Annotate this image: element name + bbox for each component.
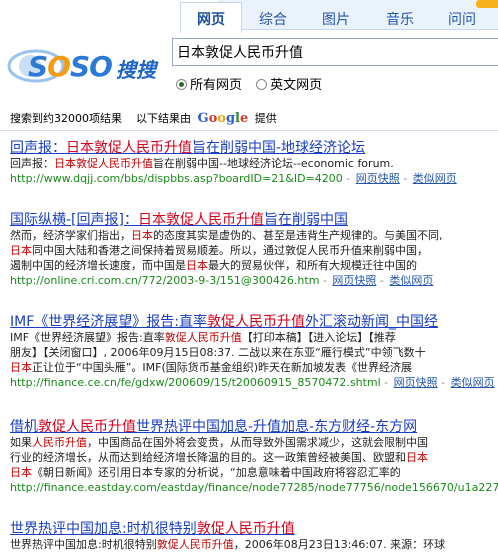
result-title-link[interactable]: IMF《世界经济展望》报告:直率敦促人民币升值外汇滚动新闻_中国经	[10, 311, 498, 330]
similar-link[interactable]: 类似网页	[451, 376, 495, 389]
search-result: 回声报：日本敦促人民币升值旨在削弱中国-地球经济论坛 回声报：日本敦促人民币升值…	[10, 137, 498, 186]
radio-english-label: 英文网页	[270, 78, 323, 93]
logo-wordmark: SOSO	[28, 50, 113, 83]
radio-english-web[interactable]: 英文网页	[256, 74, 322, 93]
logo-sub: 搜搜	[116, 58, 156, 82]
search-result: IMF《世界经济展望》报告:直率敦促人民币升值外汇滚动新闻_中国经 IMF《世界…	[10, 311, 498, 390]
result-title-link[interactable]: 世界热评中国加息:时机很特别敦促人民币升值	[10, 518, 498, 537]
search-input[interactable]	[172, 38, 498, 66]
tab-music[interactable]: 音乐	[386, 9, 414, 29]
result-url: http://www.dqjj.com/bbs/dispbbs.asp?boar…	[10, 172, 457, 185]
result-snippet: 朋友】【关闭窗口】, 2006年09月15日08:37. 二战以来在东亚“雁行模…	[10, 346, 426, 359]
similar-link[interactable]: 类似网页	[389, 274, 433, 287]
result-snippet: 遏制中国的经济增长速度，而中国是日本最大的贸易伙伴，和所有大规模迁往中国的	[10, 259, 417, 272]
search-result: 国际纵横-[回声报]：日本敦促人民币升值旨在削弱中国 然而，经济学家们指出，日本…	[10, 209, 498, 288]
result-title-link[interactable]: 借机敦促人民币升值世界热评中国加息-升值加息-东方财经-东方网	[10, 416, 498, 435]
provider-suffix: 提供	[254, 112, 277, 125]
search-scope: 所有网页 英文网页	[176, 74, 332, 93]
result-snippet: IMF《世界经济展望》报告:直率敦促人民币升值【打印本稿】【进入论坛】【推荐	[10, 331, 396, 344]
radio-unselected-icon	[256, 79, 268, 90]
new-badge	[476, 0, 498, 8]
result-snippet: 然而，经济学家们指出，日本的态度其实是虚伪的、甚至是违背生产规律的。与美国不同,	[10, 229, 443, 242]
result-title-link[interactable]: 国际纵横-[回声报]：日本敦促人民币升值旨在削弱中国	[10, 209, 498, 228]
tab-general[interactable]: 综合	[259, 9, 287, 29]
result-snippet: 日本正让位于“中国头雁”。IMF(国际货币基金组织)昨天在新加坡发表《世界经济展	[10, 361, 413, 374]
result-snippet: 世界热评中国加息:时机很特别敦促人民币升值，2006年08月23日13:46:0…	[10, 538, 446, 551]
result-stats: 搜索到约32000项结果 以下结果由 Google 提供	[10, 110, 277, 126]
result-url: http://finance.ce.cn/fe/gdxw/200609/15/t…	[10, 376, 495, 389]
google-logo: Google	[197, 111, 249, 126]
similar-link[interactable]: 类似网页	[413, 172, 457, 185]
cache-link[interactable]: 网页快照	[356, 172, 400, 185]
radio-all-web[interactable]: 所有网页	[176, 74, 242, 93]
search-result: 世界热评中国加息:时机很特别敦促人民币升值 世界热评中国加息:时机很特别敦促人民…	[10, 518, 498, 552]
result-url: http://online.cri.com.cn/772/2003-9-3/15…	[10, 274, 434, 287]
radio-all-label: 所有网页	[190, 78, 243, 93]
result-snippet: 行业的经济增长，从而达到给经济增长降温的目的。这一政策曾经被美国、欧盟和日本	[10, 451, 428, 464]
search-result: 借机敦促人民币升值世界热评中国加息-升值加息-东方财经-东方网 如果人民币升值，…	[10, 416, 498, 495]
tab-images[interactable]: 图片	[322, 9, 350, 29]
tab-web[interactable]: 网页	[180, 2, 242, 33]
divider	[0, 130, 498, 131]
cache-link[interactable]: 网页快照	[332, 274, 376, 287]
result-snippet: 日本《朝日新闻》还引用日本专家的分析说，“加息意味着中国政府将容忍汇率的	[10, 466, 401, 479]
cache-link[interactable]: 网页快照	[394, 376, 438, 389]
provided-by-label: 以下结果由	[136, 112, 191, 125]
result-url: http://finance.eastday.com/eastday/finan…	[10, 481, 498, 494]
soso-logo[interactable]: SOSO 搜搜	[6, 38, 162, 94]
result-title-link[interactable]: 回声报：日本敦促人民币升值旨在削弱中国-地球经济论坛	[10, 137, 498, 156]
result-snippet: 回声报：日本敦促人民币升值旨在削弱中国--地球经济论坛--economic fo…	[10, 157, 394, 170]
tab-wenwen[interactable]: 问问	[448, 9, 476, 29]
radio-selected-icon	[176, 79, 187, 90]
result-snippet: 日本同中国大陆和香港之间保持着贸易顺差。所以，通过敦促人民币升值来削弱中国，	[10, 244, 428, 257]
result-snippet: 如果人民币升值，中国商品在国外将会变贵，从而导致外国需求减少，这就会限制中国	[10, 436, 428, 449]
vertical-tabs: 网页 综合 图片 音乐 问问	[0, 0, 498, 34]
result-count: 搜索到约32000项结果	[10, 112, 122, 125]
